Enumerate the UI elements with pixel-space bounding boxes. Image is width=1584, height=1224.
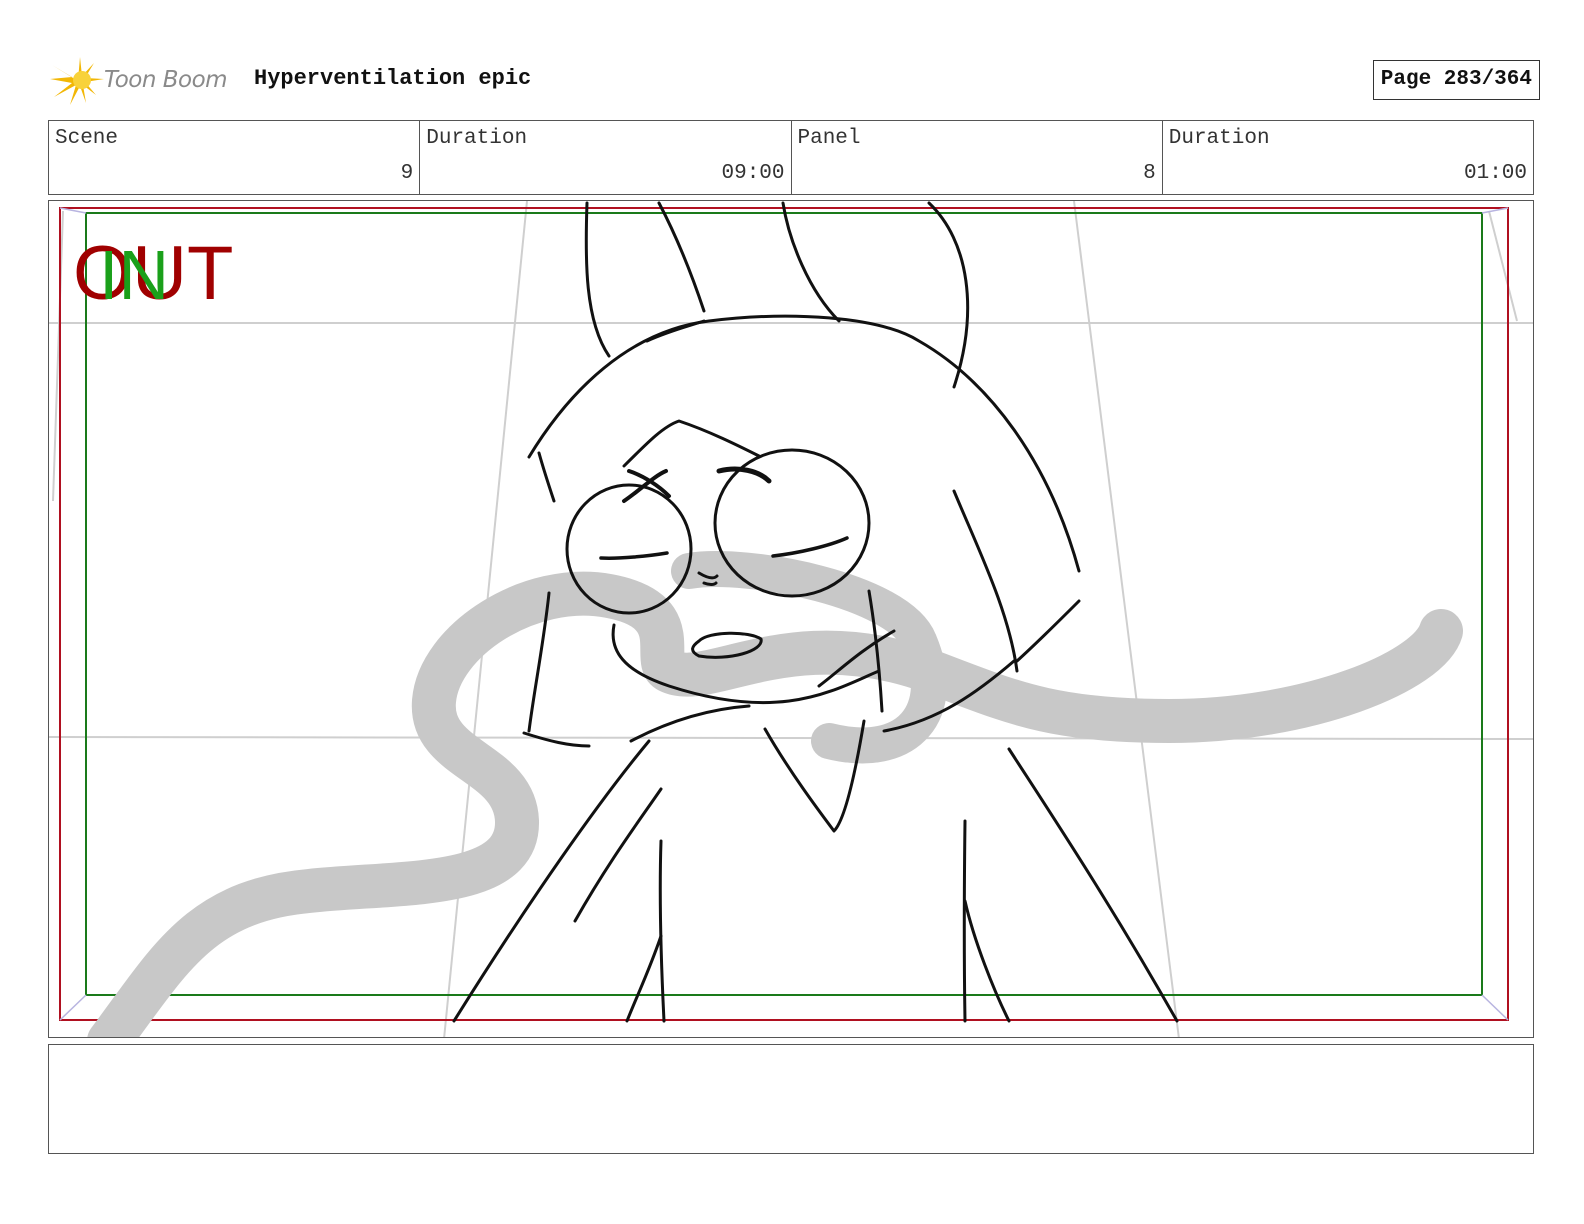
panel-duration-label: Duration <box>1168 127 1270 150</box>
starburst-icon <box>50 57 104 105</box>
header: Toon Boom Hyperventilation epic Page 283… <box>50 52 1540 107</box>
panel-label: Panel <box>797 127 861 150</box>
storyboard-panel: OUT IN <box>48 200 1534 1038</box>
panel-info-row: Scene 9 Duration 09:00 Panel 8 Duration … <box>48 120 1534 195</box>
scene-value: 9 <box>400 162 414 185</box>
panel-duration-cell: Duration 01:00 <box>1163 121 1533 194</box>
logo-text: Toon Boom <box>104 67 228 93</box>
panel-drawing: OUT IN <box>49 201 1533 1037</box>
scene-duration-label: Duration <box>426 127 528 150</box>
page-number: Page 283/364 <box>1372 60 1540 100</box>
scene-duration-cell: Duration 09:00 <box>420 121 792 194</box>
toon-boom-logo: Toon Boom <box>50 55 240 107</box>
panel-cell: Panel 8 <box>792 121 1163 194</box>
motion-path-stroke <box>87 571 1463 1037</box>
scene-duration-value: 09:00 <box>721 162 785 185</box>
scene-label: Scene <box>55 127 119 150</box>
scene-cell: Scene 9 <box>49 121 421 194</box>
in-marker: IN <box>99 236 169 314</box>
panel-notes[interactable] <box>48 1044 1534 1154</box>
panel-duration-value: 01:00 <box>1463 162 1527 185</box>
panel-value: 8 <box>1143 162 1156 185</box>
project-title: Hyperventilation epic <box>254 66 532 91</box>
